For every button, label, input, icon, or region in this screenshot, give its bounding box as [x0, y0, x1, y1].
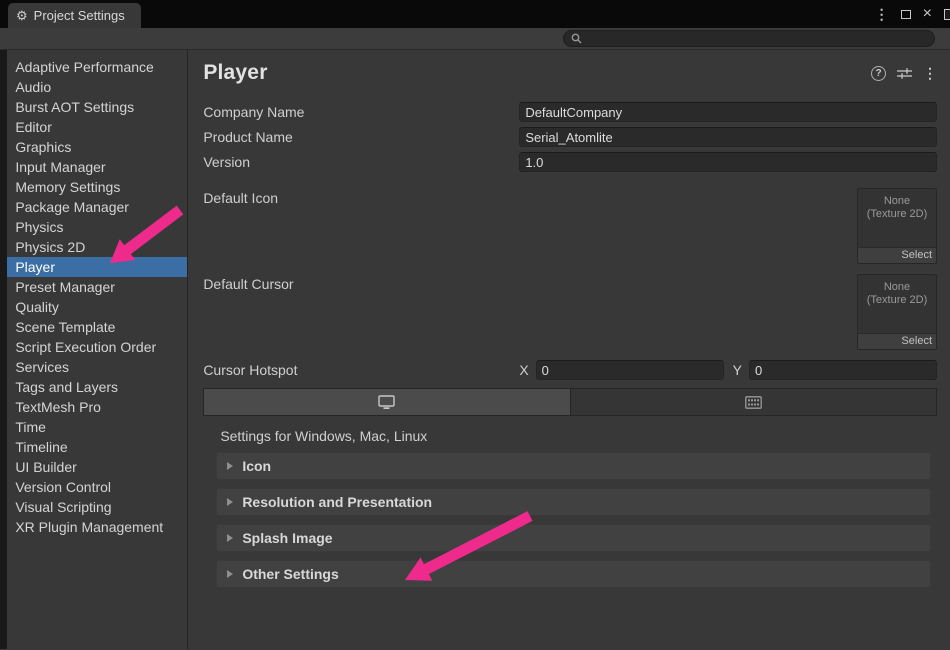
sidebar-item-quality[interactable]: Quality — [7, 297, 187, 317]
section-resolution-and-presentation[interactable]: Resolution and Presentation — [216, 488, 931, 516]
sidebar-item-time[interactable]: Time — [7, 417, 187, 437]
sidebar-item-scene-template[interactable]: Scene Template — [7, 317, 187, 337]
sidebar-item-editor[interactable]: Editor — [7, 117, 187, 137]
sidebar-item-visual-scripting[interactable]: Visual Scripting — [7, 497, 187, 517]
maximize-icon[interactable] — [900, 9, 911, 19]
window-tab-title: Project Settings — [33, 8, 125, 23]
dock-edge-strip — [0, 50, 8, 649]
toolbar — [0, 28, 950, 50]
close-icon[interactable]: × — [923, 6, 932, 22]
default-icon-label: Default Icon — [203, 190, 279, 206]
version-input[interactable] — [519, 152, 937, 172]
default-icon-type-text: (Texture 2D) — [866, 208, 928, 220]
panel-kebab-icon[interactable]: ⋮ — [923, 65, 937, 82]
titlebar-kebab-icon[interactable]: ⋮ — [875, 6, 889, 23]
search-input[interactable] — [587, 31, 927, 46]
sidebar-item-package-manager[interactable]: Package Manager — [7, 197, 187, 217]
hotspot-x-label: X — [519, 362, 529, 378]
company-name-input[interactable] — [519, 102, 937, 122]
sidebar-item-adaptive-performance[interactable]: Adaptive Performance — [7, 57, 187, 77]
cursor-hotspot-x-input[interactable] — [535, 360, 724, 380]
sidebar-item-audio[interactable]: Audio — [7, 77, 187, 97]
window-body: Adaptive Performance Audio Burst AOT Set… — [0, 50, 950, 649]
cursor-hotspot-label: Cursor Hotspot — [203, 362, 298, 378]
default-icon-none-text: None — [883, 195, 911, 207]
sidebar-item-graphics[interactable]: Graphics — [7, 137, 187, 157]
sidebar-item-script-execution-order[interactable]: Script Execution Order — [7, 337, 187, 357]
default-cursor-none-text: None — [883, 281, 911, 293]
help-icon[interactable]: ? — [871, 65, 886, 81]
section-splash-image[interactable]: Splash Image — [216, 524, 931, 552]
server-icon — [744, 395, 762, 409]
sidebar-item-physics-2d[interactable]: Physics 2D — [7, 237, 187, 257]
product-name-input[interactable] — [519, 127, 937, 147]
company-name-label: Company Name — [203, 104, 305, 120]
sidebar-item-services[interactable]: Services — [7, 357, 187, 377]
panel-header-icons: ? ⋮ — [871, 65, 937, 82]
tab-dedicated-server-platform[interactable] — [569, 389, 936, 415]
sidebar-item-preset-manager[interactable]: Preset Manager — [7, 277, 187, 297]
page-title: Player — [203, 61, 268, 84]
default-cursor-type-text: (Texture 2D) — [866, 294, 928, 306]
sidebar-item-textmesh-pro[interactable]: TextMesh Pro — [7, 397, 187, 417]
hotspot-y-label: Y — [732, 362, 742, 378]
preset-sliders-icon[interactable] — [897, 67, 912, 80]
sidebar-item-xr-plugin-management[interactable]: XR Plugin Management — [7, 517, 187, 537]
sidebar-item-version-control[interactable]: Version Control — [7, 477, 187, 497]
monitor-icon — [378, 394, 396, 409]
section-icon[interactable]: Icon — [216, 452, 931, 480]
sidebar-item-memory-settings[interactable]: Memory Settings — [7, 177, 187, 197]
product-name-label: Product Name — [203, 129, 293, 145]
titlebar-controls: ⋮ × — [875, 0, 950, 28]
default-cursor-picker[interactable]: None (Texture 2D) Select — [857, 274, 937, 350]
foldout-arrow-icon — [227, 570, 234, 578]
version-label: Version — [203, 154, 251, 170]
default-icon-select-button[interactable]: Select — [858, 247, 936, 263]
section-other-settings[interactable]: Other Settings — [216, 560, 931, 588]
player-settings-panel: Player ? ⋮ Company Name Product Name Ver… — [188, 50, 950, 649]
default-cursor-select-button[interactable]: Select — [858, 333, 936, 349]
titlebar: ⚙ Project Settings ⋮ × — [0, 0, 950, 28]
settings-category-list: Adaptive Performance Audio Burst AOT Set… — [7, 50, 189, 649]
gear-icon: ⚙ — [16, 8, 28, 23]
sidebar-item-burst-aot-settings[interactable]: Burst AOT Settings — [7, 97, 187, 117]
sidebar-item-tags-and-layers[interactable]: Tags and Layers — [7, 377, 187, 397]
foldout-arrow-icon — [227, 462, 234, 470]
sidebar-item-input-manager[interactable]: Input Manager — [7, 157, 187, 177]
cursor-hotspot-y-input[interactable] — [749, 360, 937, 380]
default-icon-picker[interactable]: None (Texture 2D) Select — [857, 188, 937, 264]
settings-for-text: Settings for Windows, Mac, Linux — [220, 428, 428, 444]
sidebar-item-player[interactable]: Player — [7, 257, 188, 277]
docked-panel-edge-icon — [944, 8, 950, 20]
default-cursor-label: Default Cursor — [203, 276, 294, 292]
sidebar-item-ui-builder[interactable]: UI Builder — [7, 457, 187, 477]
tab-desktop-platform[interactable] — [204, 389, 570, 415]
foldout-arrow-icon — [227, 498, 234, 506]
foldout-arrow-icon — [227, 534, 234, 542]
sidebar-item-timeline[interactable]: Timeline — [7, 437, 187, 457]
search-icon — [571, 33, 582, 44]
platform-tabs — [203, 388, 937, 416]
sidebar-item-physics[interactable]: Physics — [7, 217, 187, 237]
search-box[interactable] — [563, 30, 935, 47]
tab-project-settings[interactable]: ⚙ Project Settings — [8, 3, 141, 28]
project-settings-window: { "window": { "tab_title": "Project Sett… — [0, 0, 950, 650]
